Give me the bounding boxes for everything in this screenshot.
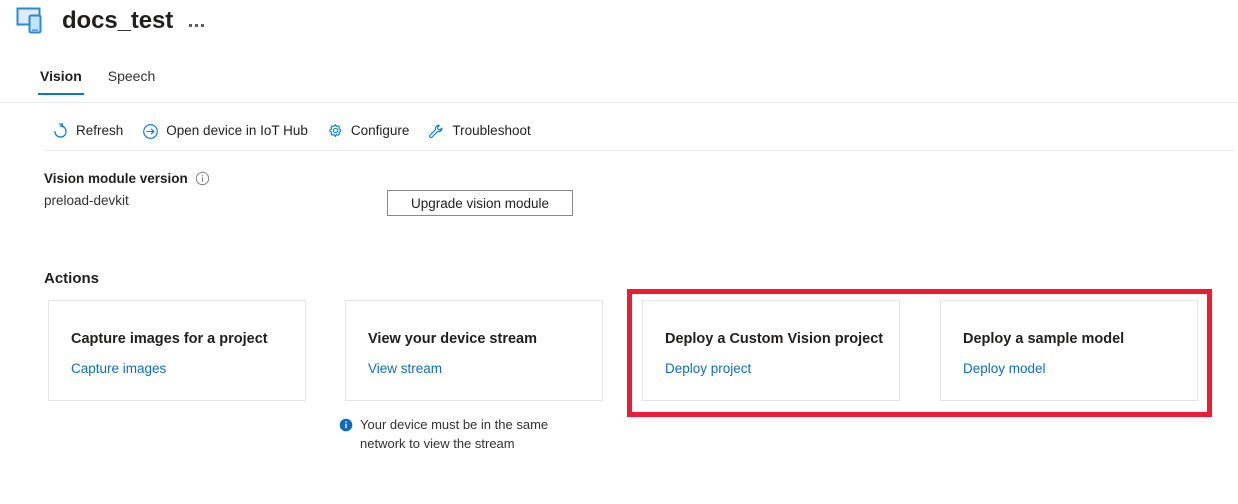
tabs-divider xyxy=(0,102,1238,103)
configure-button[interactable]: Configure xyxy=(319,117,421,145)
vision-module-version-label-row: Vision module version xyxy=(44,171,210,186)
refresh-button[interactable]: Refresh xyxy=(44,117,134,145)
device-vision-page: docs_test Vision Speech Refresh Open dev… xyxy=(0,0,1238,504)
view-stream-link[interactable]: View stream xyxy=(368,361,442,376)
action-card-capture-images: Capture images for a project Capture ima… xyxy=(48,300,306,401)
page-header: docs_test xyxy=(16,6,208,36)
action-card-view-stream: View your device stream View stream xyxy=(345,300,603,401)
troubleshoot-label: Troubleshoot xyxy=(452,123,531,138)
stream-network-note: Your device must be in the same network … xyxy=(339,415,589,453)
wrench-icon xyxy=(429,124,443,138)
gear-icon xyxy=(329,123,342,137)
card-title: View your device stream xyxy=(368,331,537,347)
action-card-deploy-custom-vision-project: Deploy a Custom Vision project Deploy pr… xyxy=(642,300,900,401)
overflow-menu-button[interactable] xyxy=(185,6,208,36)
info-outline-icon[interactable] xyxy=(195,171,210,186)
command-bar: Refresh Open device in IoT Hub Configure… xyxy=(44,117,542,145)
tab-list: Vision Speech xyxy=(38,66,157,95)
troubleshoot-button[interactable]: Troubleshoot xyxy=(420,117,541,145)
configure-label: Configure xyxy=(350,123,410,138)
deploy-model-link[interactable]: Deploy model xyxy=(963,361,1046,376)
ellipsis-dot xyxy=(195,24,199,27)
refresh-icon xyxy=(54,122,67,138)
ellipsis-dot xyxy=(201,24,205,27)
device-screens-icon xyxy=(16,7,42,34)
tab-vision[interactable]: Vision xyxy=(38,66,84,95)
refresh-label: Refresh xyxy=(76,123,124,138)
tab-speech[interactable]: Speech xyxy=(106,66,157,95)
actions-heading: Actions xyxy=(44,270,100,287)
open-device-in-iot-hub-button[interactable]: Open device in IoT Hub xyxy=(134,117,319,145)
vision-module-version-label: Vision module version xyxy=(44,171,188,186)
command-bar-divider xyxy=(44,150,1234,151)
info-filled-icon xyxy=(339,418,353,432)
card-title: Deploy a sample model xyxy=(963,331,1125,347)
stream-network-note-text: Your device must be in the same network … xyxy=(360,417,549,451)
upgrade-vision-module-button[interactable]: Upgrade vision module xyxy=(387,190,573,216)
action-card-deploy-sample-model: Deploy a sample model Deploy model xyxy=(940,300,1198,401)
deploy-project-link[interactable]: Deploy project xyxy=(665,361,751,376)
capture-images-link[interactable]: Capture images xyxy=(71,361,166,376)
card-title: Capture images for a project xyxy=(71,331,268,347)
vision-module-version-value: preload-devkit xyxy=(44,193,129,208)
card-title: Deploy a Custom Vision project xyxy=(665,331,884,347)
page-title: docs_test xyxy=(62,7,174,34)
arrow-right-circle-icon xyxy=(143,123,159,139)
open-device-label: Open device in IoT Hub xyxy=(166,123,308,138)
ellipsis-dot xyxy=(189,24,193,27)
